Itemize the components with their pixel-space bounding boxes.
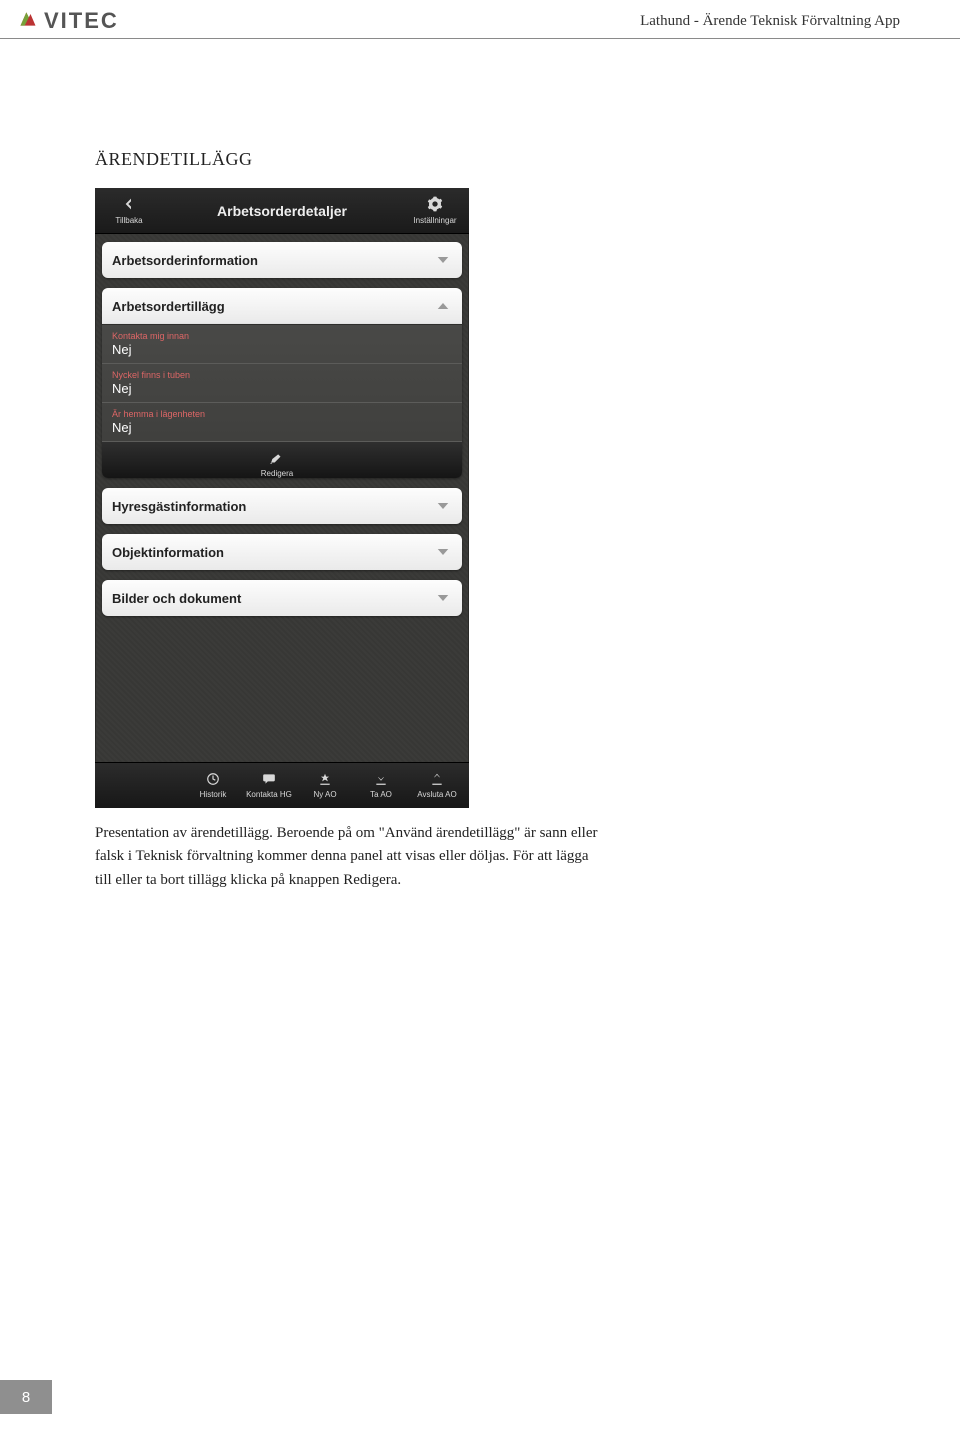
field-label: Nyckel finns i tuben: [112, 370, 452, 380]
field-label: Är hemma i lägenheten: [112, 409, 452, 419]
edit-bar: Redigera: [102, 442, 462, 478]
edit-button[interactable]: Redigera: [261, 451, 293, 478]
accordion-arbetsordertillagg[interactable]: Arbetsordertillägg: [102, 288, 462, 324]
back-button[interactable]: Tillbaka: [101, 196, 157, 225]
page-number: 8: [0, 1380, 52, 1414]
field-value: Nej: [112, 381, 452, 396]
field-value: Nej: [112, 420, 452, 435]
settings-label: Inställningar: [413, 216, 456, 225]
doc-title: Lathund - Ärende Teknisk Förvaltning App: [640, 13, 900, 30]
phone-mockup: Tillbaka Arbetsorderdetaljer Inställning…: [95, 188, 469, 808]
bottombar-historik[interactable]: Historik: [185, 772, 241, 799]
section-heading: ÄRENDETILLÄGG: [95, 149, 960, 170]
field-hemma: Är hemma i lägenheten Nej: [102, 403, 462, 442]
bottombar-label: Historik: [200, 790, 227, 799]
app-bottombar: Historik Kontakta HG Ny AO Ta AO Avsluta…: [95, 762, 469, 808]
scroll-area: Arbetsorderinformation Arbetsordertilläg…: [95, 234, 469, 762]
chevron-down-icon: [434, 589, 452, 607]
accordion-arbetsorderinformation[interactable]: Arbetsorderinformation: [102, 242, 462, 278]
logo-mark-icon: [18, 9, 38, 34]
bottombar-label: Avsluta AO: [417, 790, 456, 799]
bottombar-label: Kontakta HG: [246, 790, 292, 799]
bottombar-kontakta[interactable]: Kontakta HG: [241, 772, 297, 799]
brand-text: VITEC: [44, 8, 119, 34]
app-topbar: Tillbaka Arbetsorderdetaljer Inställning…: [95, 188, 469, 234]
bottombar-ny-ao[interactable]: Ny AO: [297, 772, 353, 799]
upload-icon: [429, 772, 445, 788]
field-label: Kontakta mig innan: [112, 331, 452, 341]
pencil-icon: [270, 451, 284, 469]
gear-icon: [427, 196, 443, 214]
upload-star-icon: [317, 772, 333, 788]
back-label: Tillbaka: [115, 216, 142, 225]
chevron-down-icon: [434, 251, 452, 269]
accordion-hyresgastinformation[interactable]: Hyresgästinformation: [102, 488, 462, 524]
accordion-objektinformation[interactable]: Objektinformation: [102, 534, 462, 570]
edit-label: Redigera: [261, 469, 293, 478]
bottombar-avsluta-ao[interactable]: Avsluta AO: [409, 772, 465, 799]
body-paragraph: Presentation av ärendetillägg. Beroende …: [95, 822, 605, 892]
accordion-body: Kontakta mig innan Nej Nyckel finns i tu…: [102, 324, 462, 478]
bottombar-label: Ny AO: [313, 790, 336, 799]
accordion-label: Hyresgästinformation: [112, 499, 246, 514]
accordion-bilder-dokument[interactable]: Bilder och dokument: [102, 580, 462, 616]
chevron-left-icon: [121, 196, 137, 214]
chevron-down-icon: [434, 543, 452, 561]
download-icon: [373, 772, 389, 788]
chevron-up-icon: [434, 297, 452, 315]
settings-button[interactable]: Inställningar: [407, 196, 463, 225]
field-nyckel: Nyckel finns i tuben Nej: [102, 364, 462, 403]
clock-icon: [205, 772, 221, 788]
page-header: VITEC Lathund - Ärende Teknisk Förvaltni…: [0, 0, 960, 39]
chevron-down-icon: [434, 497, 452, 515]
bottombar-ta-ao[interactable]: Ta AO: [353, 772, 409, 799]
accordion-label: Bilder och dokument: [112, 591, 241, 606]
field-value: Nej: [112, 342, 452, 357]
accordion-label: Arbetsorderinformation: [112, 253, 258, 268]
field-kontakta: Kontakta mig innan Nej: [102, 324, 462, 364]
brand-logo: VITEC: [18, 8, 119, 34]
topbar-title: Arbetsorderdetaljer: [217, 203, 347, 219]
bottombar-label: Ta AO: [370, 790, 392, 799]
speech-icon: [261, 772, 277, 788]
accordion-label: Arbetsordertillägg: [112, 299, 225, 314]
accordion-label: Objektinformation: [112, 545, 224, 560]
